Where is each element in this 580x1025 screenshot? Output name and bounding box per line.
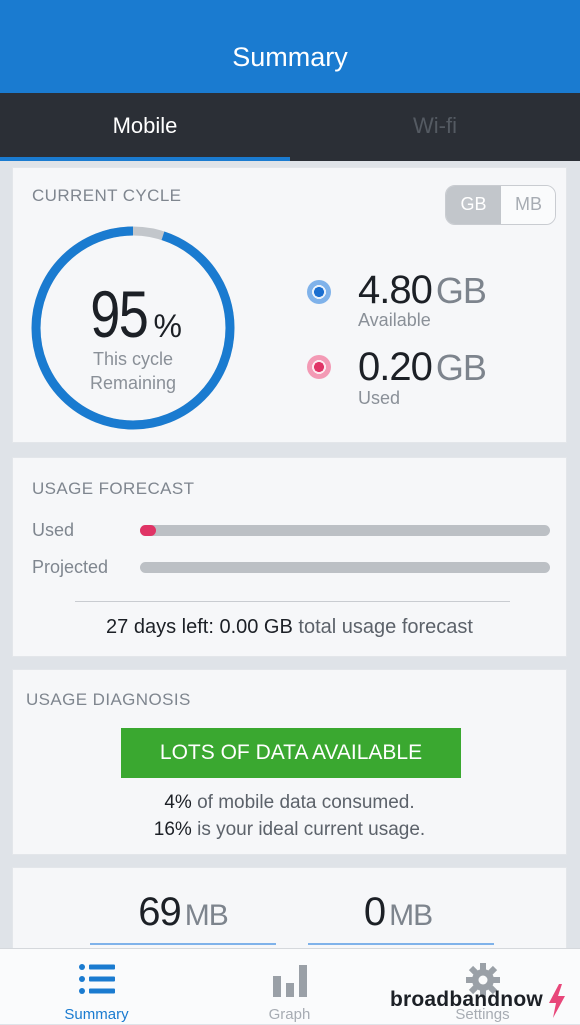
usage-diagnosis-label: USAGE DIAGNOSIS [26, 690, 191, 709]
forecast-total-text: total usage forecast [298, 616, 473, 638]
used-dot-icon [307, 355, 331, 379]
nav-graph-label: Graph [268, 1006, 311, 1023]
used-value: 0.20 GB [358, 345, 487, 390]
stat-right-value: 0 MB [298, 890, 498, 935]
nav-summary[interactable]: Summary [0, 949, 193, 1025]
tab-wifi[interactable]: Wi-fi [290, 93, 580, 161]
tab-bar: Mobile Wi-fi [0, 93, 580, 161]
consumed-line: 4% of mobile data consumed. [13, 792, 566, 814]
forecast-projected-label: Projected [32, 557, 109, 577]
used-label: Used [358, 388, 401, 408]
ideal-percent: 16% [153, 819, 192, 840]
usage-diagnosis-card: USAGE DIAGNOSIS LOTS OF DATA AVAILABLE 4… [12, 669, 567, 855]
unit-mb-button[interactable]: MB [501, 186, 555, 224]
used-unit: GB [435, 347, 487, 388]
ring-caption-line2: Remaining [89, 373, 177, 393]
broadbandnow-watermark: broadbandnow [390, 988, 543, 1011]
bottom-nav: Summary Graph Settings [0, 948, 580, 1024]
stat-left-amount: 69 [138, 890, 181, 934]
forecast-divider [75, 601, 510, 602]
remaining-percent: 95% [31, 276, 235, 352]
app-header: Summary [0, 0, 580, 93]
used-progress-track [140, 525, 550, 536]
available-amount: 4.80 [358, 268, 433, 312]
consumed-percent: 4% [164, 792, 192, 813]
remaining-percent-value: 95 [90, 277, 149, 351]
projected-progress-track [140, 562, 550, 573]
available-unit: GB [435, 270, 487, 311]
forecast-used-label: Used [32, 520, 75, 540]
days-left-value: 27 [106, 616, 129, 638]
days-left-text: days left: [133, 616, 214, 638]
usage-forecast-label: USAGE FORECAST [32, 479, 195, 498]
nav-summary-label: Summary [64, 1006, 129, 1023]
available-value: 4.80 GB [358, 268, 487, 313]
stat-left-unit: MB [184, 899, 229, 932]
current-cycle-card: CURRENT CYCLE GB MB 95% This cycle Remai… [12, 167, 567, 443]
ideal-text: is your ideal current usage. [197, 819, 426, 840]
percent-sign: % [153, 308, 182, 344]
forecast-summary: 27 days left: 0.00 GB total usage foreca… [13, 616, 566, 639]
active-tab-indicator [0, 157, 290, 161]
bar-chart-icon [272, 965, 307, 997]
available-label: Available [358, 310, 431, 330]
nav-graph[interactable]: Graph [193, 949, 386, 1025]
stat-left-value: 69 MB [83, 890, 283, 935]
used-amount: 0.20 [358, 345, 433, 389]
lightning-bolt-icon [549, 984, 565, 1018]
unit-toggle: GB MB [445, 185, 556, 225]
current-cycle-label: CURRENT CYCLE [32, 186, 182, 205]
stat-right-underline [308, 943, 494, 945]
used-progress-fill [140, 525, 157, 536]
stat-right-amount: 0 [363, 890, 386, 934]
list-icon [78, 964, 115, 994]
unit-gb-button[interactable]: GB [446, 186, 501, 224]
page-title: Summary [232, 42, 348, 72]
stat-right-unit: MB [389, 899, 433, 932]
tab-mobile[interactable]: Mobile [0, 93, 290, 161]
stat-left-underline [90, 943, 276, 945]
diagnosis-status-badge: LOTS OF DATA AVAILABLE [121, 728, 461, 778]
ideal-usage-line: 16% is your ideal current usage. [13, 819, 566, 841]
ring-caption-line1: This cycle [92, 349, 173, 369]
available-dot-icon [307, 280, 331, 304]
consumed-text: of mobile data consumed. [197, 792, 415, 813]
forecast-total-value: 0.00 GB [219, 616, 293, 638]
usage-forecast-card: USAGE FORECAST Used Projected 27 days le… [12, 457, 567, 657]
